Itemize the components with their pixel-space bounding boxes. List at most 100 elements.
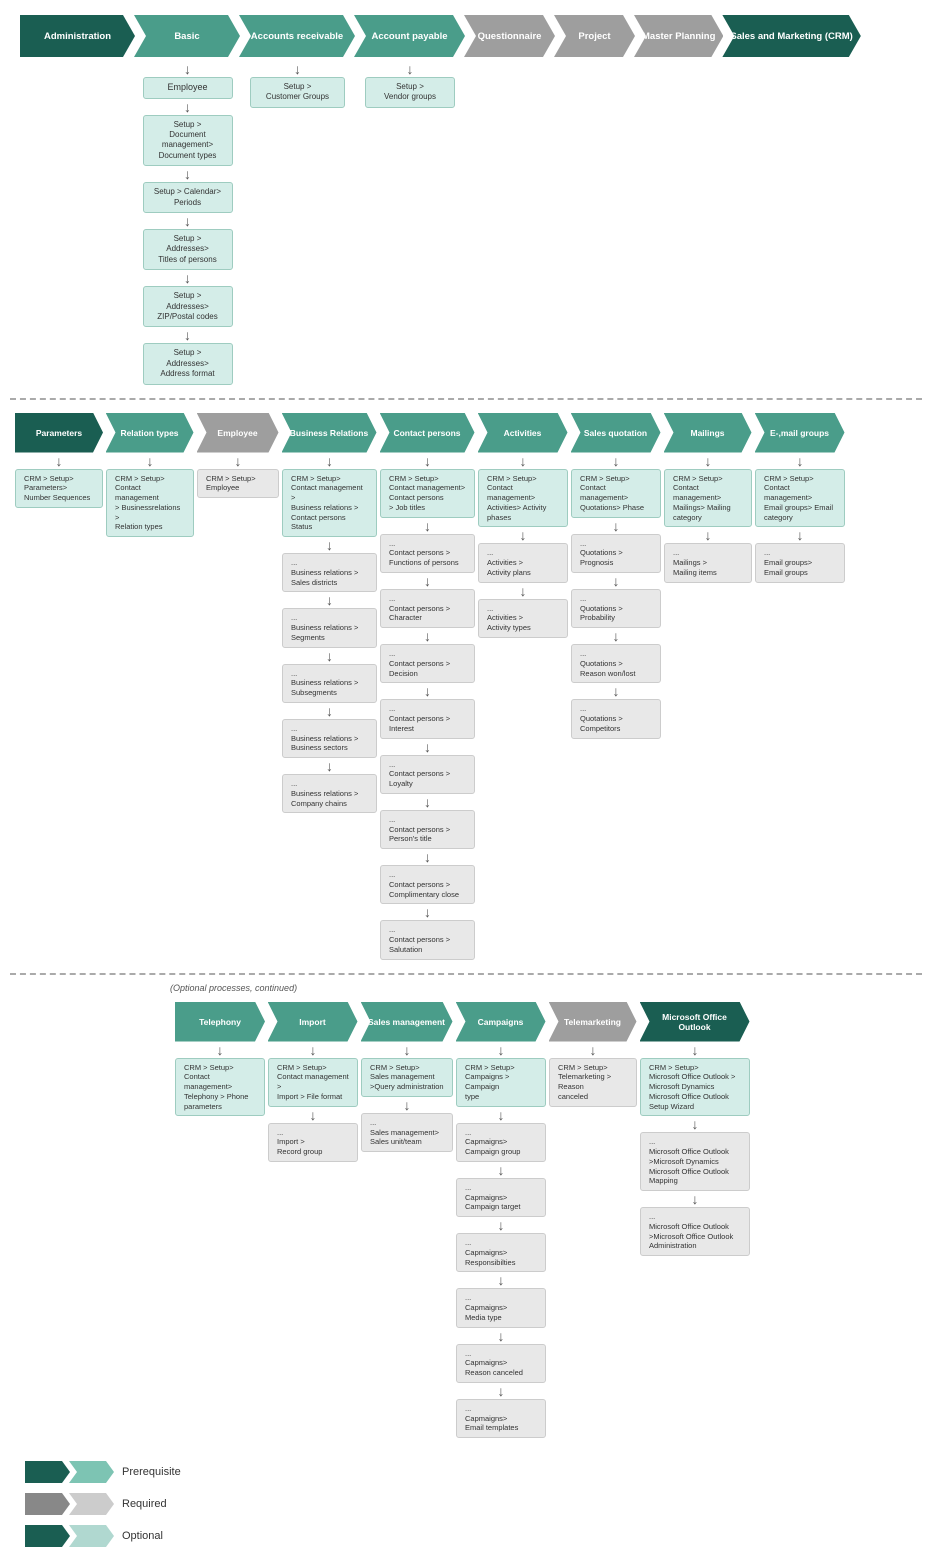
down-arrow: ↓	[404, 1043, 411, 1057]
col-campaigns: Campaigns ↓ CRM > Setup>Campaigns > Camp…	[456, 1002, 546, 1439]
col-sales-management: Sales management ↓ CRM > Setup>Sales man…	[361, 1002, 453, 1153]
box-camp-setup: CRM > Setup>Campaigns > Campaigntype	[456, 1058, 546, 1107]
down-arrow: ↓	[797, 528, 804, 542]
down-arrow: ↓	[184, 167, 191, 181]
down-arrow: ↓	[613, 574, 620, 588]
box-cp-functions: ...Contact persons >Functions of persons	[380, 534, 475, 573]
arrow-email-groups: E-,mail groups	[755, 413, 845, 453]
box-br-segments: ...Business relations >Segments	[282, 608, 377, 647]
arrow-parameters: Parameters	[15, 413, 103, 453]
arrow-ap: Account payable	[354, 15, 465, 57]
box-mail-items: ...Mailings >Mailing items	[664, 543, 752, 582]
box-br-sales: ...Business relations >Sales districts	[282, 553, 377, 592]
box-cp-salutation: ...Contact persons >Salutation	[380, 920, 475, 959]
down-arrow: ↓	[326, 704, 333, 718]
down-arrow: ↓	[705, 454, 712, 468]
box-cp-title: ...Contact persons >Person's title	[380, 810, 475, 849]
col-contact-persons: Contact persons ↓ CRM > Setup>Contact ma…	[380, 413, 475, 960]
legend-optional: Optional	[25, 1525, 907, 1547]
optional-label: (Optional processes, continued)	[10, 983, 922, 999]
box-sm-unit: ...Sales management>Sales unit/team	[361, 1113, 453, 1152]
col-outlook: Microsoft Office Outlook ↓ CRM > Setup>M…	[640, 1002, 750, 1257]
down-arrow: ↓	[424, 629, 431, 643]
box-zip: Setup > Addresses>ZIP/Postal codes	[143, 286, 233, 327]
legend-req-label: Required	[122, 1498, 167, 1510]
down-arrow: ↓	[184, 214, 191, 228]
down-arrow: ↓	[404, 1098, 411, 1112]
arrow-project: Project	[554, 15, 635, 57]
down-arrow: ↓	[520, 528, 527, 542]
down-arrow: ↓	[147, 454, 154, 468]
box-sq-setup: CRM > Setup>Contact management>Quotation…	[571, 469, 661, 518]
down-arrow: ↓	[424, 519, 431, 533]
down-arrow: ↓	[424, 684, 431, 698]
box-cp-complimentary: ...Contact persons >Complimentary close	[380, 865, 475, 904]
legend-opt-arrow1	[25, 1525, 70, 1547]
down-arrow: ↓	[590, 1043, 597, 1057]
box-email-setup: CRM > Setup>Contact management>Email gro…	[755, 469, 845, 528]
arrow-questionnaire: Questionnaire	[464, 15, 555, 57]
col-sales-quotation: Sales quotation ↓ CRM > Setup>Contact ma…	[571, 413, 661, 739]
legend: Prerequisite Required Optional	[10, 1441, 922, 1557]
box-br-company: ...Business relations >Company chains	[282, 774, 377, 813]
box-sq-prognosis: ...Quotations >Prognosis	[571, 534, 661, 573]
arrow-campaigns: Campaigns	[456, 1002, 546, 1042]
down-arrow: ↓	[184, 271, 191, 285]
arrow-master-planning: Master Planning	[634, 15, 723, 57]
down-arrow: ↓	[184, 62, 191, 76]
box-periods: Setup > Calendar>Periods	[143, 182, 233, 213]
col-business-relations: Business Relations ↓ CRM > Setup>Contact…	[282, 413, 377, 814]
col-mailings: Mailings ↓ CRM > Setup>Contact managemen…	[664, 413, 752, 583]
down-arrow: ↓	[424, 795, 431, 809]
legend-prerequisite: Prerequisite	[25, 1461, 907, 1483]
bottom-section: Telephony ↓ CRM > Setup>Contact manageme…	[10, 999, 922, 1442]
down-arrow: ↓	[184, 100, 191, 114]
arrow-business-relations: Business Relations	[282, 413, 377, 453]
down-arrow: ↓	[424, 850, 431, 864]
arrow-relation-types: Relation types	[106, 413, 194, 453]
box-sq-probability: ...Quotations >Probability	[571, 589, 661, 628]
col-parameters: Parameters ↓ CRM > Setup>Parameters>Numb…	[15, 413, 103, 508]
box-camp-group: ...Capmaigns>Campaign group	[456, 1123, 546, 1162]
section-divider-2	[10, 973, 922, 975]
down-arrow: ↓	[520, 454, 527, 468]
down-arrow: ↓	[692, 1117, 699, 1131]
legend-req-arrow1	[25, 1493, 70, 1515]
optional-label-text: (Optional processes, continued)	[170, 983, 297, 993]
box-outlook-setup: CRM > Setup>Microsoft Office Outlook >Mi…	[640, 1058, 750, 1117]
arrow-sales-quotation: Sales quotation	[571, 413, 661, 453]
col-activities: Activities ↓ CRM > Setup>Contact managem…	[478, 413, 568, 638]
box-employee-crm: CRM > Setup>Employee	[197, 469, 279, 499]
box-sm-setup: CRM > Setup>Sales management>Query admin…	[361, 1058, 453, 1097]
arrow-employee: Employee	[197, 413, 279, 453]
page: Administration Basic ↓ Employee ↓ Setup …	[0, 0, 932, 1567]
down-arrow: ↓	[520, 584, 527, 598]
down-arrow: ↓	[326, 649, 333, 663]
arrow-basic: Basic	[134, 15, 240, 57]
down-arrow: ↓	[326, 538, 333, 552]
section-divider-1	[10, 398, 922, 400]
box-act-types: ...Activities >Activity types	[478, 599, 568, 638]
legend-opt-arrows	[25, 1525, 114, 1547]
down-arrow: ↓	[498, 1163, 505, 1177]
box-relation-types: CRM > Setup>Contact management> Business…	[106, 469, 194, 538]
box-sq-reason: ...Quotations >Reason won/lost	[571, 644, 661, 683]
legend-prereq-arrows	[25, 1461, 114, 1483]
down-arrow: ↓	[217, 1043, 224, 1057]
down-arrow: ↓	[705, 528, 712, 542]
box-camp-reason: ...Capmaigns>Reason canceled	[456, 1344, 546, 1383]
down-arrow: ↓	[310, 1043, 317, 1057]
arrow-contact-persons: Contact persons	[380, 413, 475, 453]
box-cp-loyalty: ...Contact persons >Loyalty	[380, 755, 475, 794]
down-arrow: ↓	[424, 454, 431, 468]
down-arrow: ↓	[692, 1192, 699, 1206]
box-mail-setup: CRM > Setup>Contact management>Mailings>…	[664, 469, 752, 528]
box-cp-interest: ...Contact persons >Interest	[380, 699, 475, 738]
arrow-import: Import	[268, 1002, 358, 1042]
col-import: Import ↓ CRM > Setup>Contact management …	[268, 1002, 358, 1162]
legend-required: Required	[25, 1493, 907, 1515]
box-employee: Employee	[143, 77, 233, 99]
col-telephony: Telephony ↓ CRM > Setup>Contact manageme…	[175, 1002, 265, 1117]
arrow-ar: Accounts receivable	[239, 15, 355, 57]
col-telemarketing: Telemarketing ↓ CRM > Setup>Telemarketin…	[549, 1002, 637, 1107]
